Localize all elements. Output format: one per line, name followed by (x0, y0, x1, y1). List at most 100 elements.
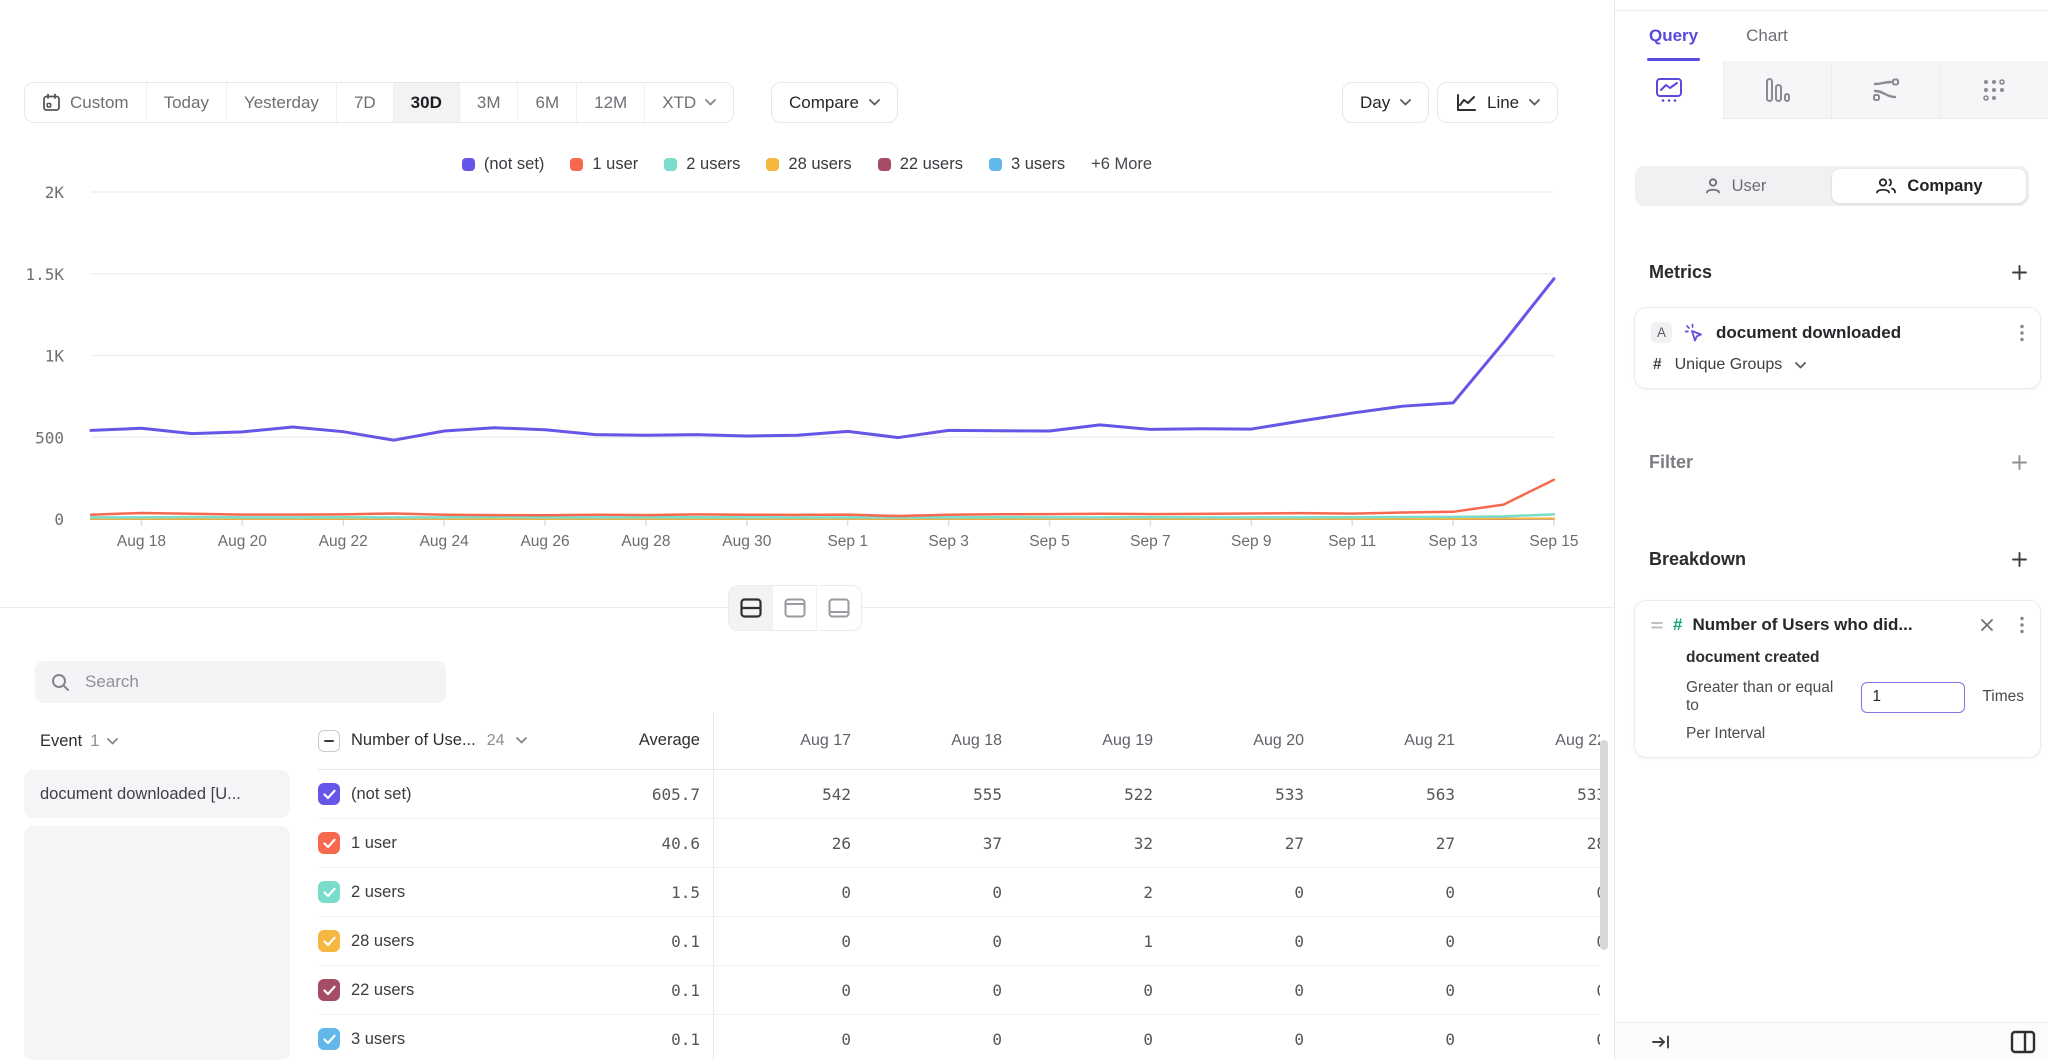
metric-card[interactable]: A document downloaded # Unique Groups (1634, 307, 2041, 389)
svg-text:Aug 22: Aug 22 (319, 533, 368, 550)
metrics-section-header: Metrics (1649, 262, 2028, 283)
split-columns-icon (2010, 1030, 2036, 1054)
chart-view-icon (784, 598, 806, 618)
scope-company-option[interactable]: Company (1832, 169, 2026, 203)
chart-view-button[interactable] (773, 586, 817, 630)
line-chart: 05001K1.5K2KAug 18Aug 20Aug 22Aug 24Aug … (0, 150, 1614, 570)
add-filter-button[interactable] (2011, 454, 2028, 471)
table-view-button[interactable] (817, 586, 861, 630)
table-row: 1 user40.6263732272728 (318, 819, 1600, 868)
average-value: 0.1 (568, 1030, 700, 1049)
date-column-header[interactable]: Aug 22 (1455, 732, 1600, 750)
series-checkbox[interactable] (318, 881, 340, 903)
average-value: 605.7 (568, 785, 700, 804)
filter-heading: Filter (1649, 452, 1693, 473)
search-box (35, 661, 446, 703)
series-label: 28 users (351, 932, 414, 951)
date-column-header[interactable]: Aug 21 (1304, 732, 1455, 750)
split-view-button[interactable] (729, 586, 773, 630)
search-icon (51, 673, 70, 692)
range-today-button[interactable]: Today (147, 83, 227, 122)
chart-type-grid-tab[interactable] (1940, 61, 2048, 119)
series-checkbox[interactable] (318, 930, 340, 952)
series-label: 1 user (351, 834, 397, 853)
chart-type-bar-tab[interactable] (1723, 61, 1832, 119)
event-list-item[interactable]: document downloaded [U... (24, 770, 290, 818)
cell-value: 0 (1153, 981, 1304, 1000)
metric-menu-button[interactable] (2020, 324, 2024, 342)
range-xtd-button[interactable]: XTD (645, 83, 733, 122)
date-column-header[interactable]: Aug 17 (700, 732, 851, 750)
grid-dots-icon (1981, 77, 2007, 103)
svg-text:Sep 9: Sep 9 (1231, 533, 1272, 550)
select-all-checkbox[interactable] (318, 730, 340, 752)
svg-text:Sep 15: Sep 15 (1529, 533, 1578, 550)
series-checkbox[interactable] (318, 979, 340, 1001)
breakdown-card[interactable]: # Number of Users who did... document cr… (1634, 600, 2041, 758)
series-label: 3 users (351, 1030, 405, 1049)
chevron-down-icon (1529, 99, 1540, 106)
series-checkbox[interactable] (318, 1028, 340, 1050)
search-input[interactable] (83, 671, 430, 693)
chart-style-label: Line (1487, 93, 1519, 113)
metric-column-label[interactable]: Number of Use... (351, 731, 476, 750)
compare-button[interactable]: Compare (771, 82, 898, 123)
line-chart-icon (1455, 93, 1477, 113)
cell-value: 0 (851, 932, 1002, 951)
remove-breakdown-button[interactable] (1980, 618, 1994, 632)
cell-value: 1 (1002, 932, 1153, 951)
svg-text:2K: 2K (45, 183, 65, 202)
tab-chart[interactable]: Chart (1746, 11, 1788, 61)
plus-icon (2011, 454, 2028, 471)
add-metric-button[interactable] (2011, 264, 2028, 281)
collapse-panel-button[interactable] (1651, 1033, 1671, 1051)
svg-text:Aug 18: Aug 18 (117, 533, 166, 550)
scope-user-option[interactable]: User (1638, 169, 1832, 203)
add-breakdown-button[interactable] (2011, 551, 2028, 568)
range-custom-button[interactable]: Custom (25, 83, 147, 122)
drag-handle-icon[interactable] (1651, 619, 1663, 631)
svg-text:Sep 5: Sep 5 (1029, 533, 1070, 550)
range-12m-button[interactable]: 12M (577, 83, 645, 122)
metric-count: 24 (487, 732, 505, 750)
condition-value-input[interactable] (1861, 682, 1965, 713)
cell-value: 28 (1455, 834, 1600, 853)
average-value: 40.6 (568, 834, 700, 853)
chart-style-button[interactable]: Line (1437, 82, 1558, 123)
breakdown-section-header: Breakdown (1649, 549, 2028, 570)
side-panel-layout-button[interactable] (2010, 1030, 2036, 1054)
event-column-header[interactable]: Event 1 (40, 712, 118, 770)
check-icon (323, 838, 336, 849)
svg-text:Aug 30: Aug 30 (722, 533, 772, 550)
cell-value: 32 (1002, 834, 1153, 853)
series-checkbox[interactable] (318, 783, 340, 805)
date-column-header[interactable]: Aug 19 (1002, 732, 1153, 750)
cell-value: 0 (851, 1030, 1002, 1049)
series-label: 2 users (351, 883, 405, 902)
date-column-header[interactable]: Aug 18 (851, 732, 1002, 750)
breakdown-event-name[interactable]: document created (1686, 649, 2024, 667)
tab-query[interactable]: Query (1649, 11, 1698, 61)
cell-value: 522 (1002, 785, 1153, 804)
series-checkbox[interactable] (318, 832, 340, 854)
chevron-down-icon (516, 737, 527, 744)
table-row: 2 users1.5002000 (318, 868, 1600, 917)
cell-value: 26 (700, 834, 851, 853)
metric-badge: A (1651, 322, 1672, 343)
interval-button[interactable]: Day (1342, 82, 1429, 123)
range-yesterday-button[interactable]: Yesterday (227, 83, 337, 122)
query-panel: Query Chart (1614, 0, 2048, 1060)
panel-tabs: Query Chart (1615, 11, 2048, 61)
chart-type-line-tab[interactable] (1615, 61, 1723, 119)
range-30d-button[interactable]: 30D (394, 83, 460, 122)
range-3m-button[interactable]: 3M (460, 83, 519, 122)
vertical-scrollbar[interactable] (1600, 740, 1608, 950)
cell-value: 0 (851, 883, 1002, 902)
range-6m-button[interactable]: 6M (518, 83, 577, 122)
range-7d-button[interactable]: 7D (337, 83, 394, 122)
breakdown-menu-button[interactable] (2020, 616, 2024, 634)
aggregation-selector[interactable]: Unique Groups (1675, 356, 1783, 374)
average-column-header[interactable]: Average (568, 731, 700, 750)
date-column-header[interactable]: Aug 20 (1153, 732, 1304, 750)
chart-type-flow-tab[interactable] (1831, 61, 1940, 119)
